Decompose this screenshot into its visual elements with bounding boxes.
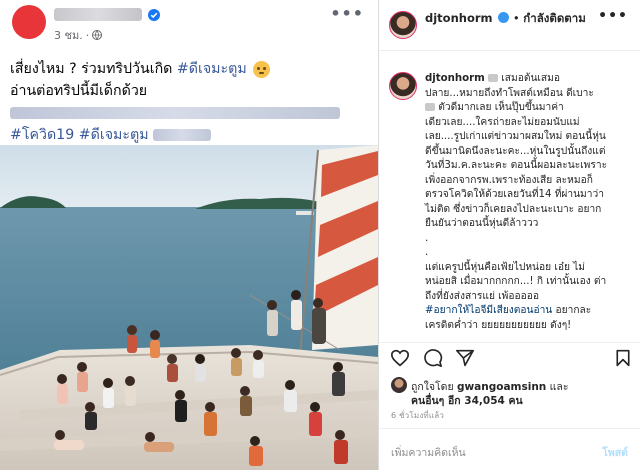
more-options-icon[interactable]: ••• [598,8,628,24]
boat-group-photo[interactable] [0,145,378,470]
bookmark-icon[interactable] [615,349,631,371]
liker-avatar[interactable] [391,377,407,393]
caption-line: ไม่ติด ซึ่งข่าวก็เคยลงไปละนะเบาะ อยาก [425,203,602,215]
others-label[interactable]: คนอื่นๆ อีก 34,054 คน [411,395,523,407]
timestamp-text: 3 ชม. [54,29,83,42]
more-options-icon[interactable]: ••• [330,4,364,23]
caption-dot: . [425,247,429,258]
instagram-post: djtonhorm • กำลังติดตาม ••• djtonhorm เส… [379,0,640,470]
post-text-line-1: เสี่ยงไหม ? ร่วมทริปวันเกิด [10,61,177,77]
heart-icon[interactable] [390,349,410,371]
caption-line: เลย....รูปเก่าแต่ข่าวมาผสมใหม่ ตอนนี้หุ่… [425,131,606,142]
following-button[interactable]: กำลังติดตาม [523,11,586,25]
post-caption: djtonhorm เสมอต้นเสมอ ปลาย...หมายถึงทำโพ… [425,72,637,333]
comment-divider [379,428,640,429]
facebook-post: 3 ชม. · ••• เสี่ยงไหม ? ร่วมทริปวันเกิด … [0,0,378,470]
blurred-word [425,103,435,111]
post-header: djtonhorm • กำลังติดตาม [425,11,586,25]
caption-line: เครดิตค่ำว่า ยยยยยยยยยยย ดังๆ! [425,319,572,331]
caption-line: ปลาย...หมายถึงทำโพสต์เหมือน ดีเบาะ [425,87,594,99]
blurred-link[interactable] [10,107,340,119]
username-link[interactable]: djtonhorm [425,11,493,25]
caption-line: หน่อยสิ เมื่อมากกกกก...! กิ เท่านั้นเอง … [425,276,607,287]
caption-line: อยากละ [552,305,592,316]
hashtag-link[interactable]: #โควิด19 [10,127,74,143]
post-timestamp[interactable]: 3 ชม. · [54,26,103,44]
post-comment-button[interactable]: โพสต์ [602,444,628,461]
caption-hashtag[interactable]: #อยากให้ไอจีมีเสียงตอนอ่าน [425,305,552,316]
page-avatar[interactable] [12,5,46,39]
caption-avatar[interactable] [389,72,417,100]
globe-icon [92,30,103,40]
likes-count[interactable]: คนอื่นๆ อีก 34,054 คน [411,392,523,409]
header-divider [379,50,640,51]
caption-line: ถึงที่ยังส่งสารแย่ เพ้อออออ [425,290,539,302]
page-name-blurred[interactable] [54,8,142,21]
verified-badge-icon [148,9,160,21]
verified-badge-icon [498,12,510,23]
comment-input[interactable]: เพิ่มความคิดเห็น [391,444,466,461]
post-text: เสี่ยงไหม ? ร่วมทริปวันเกิด #ดีเจมะตูม อ… [10,58,368,146]
post-time-ago[interactable]: 6 ชั่วโมงที่แล้ว [391,409,444,422]
caption-line: ยืนยันว่าตอนนี้หุ่นดีล้าววว [425,218,539,229]
caption-line: เพิ่งออกจากรพ.เพราะท้องเสีย ละหมอก็ [425,174,593,186]
liked-by-and: และ [546,381,569,393]
hashtag-link[interactable]: #ดีเจมะตูม [177,61,247,77]
caption-line: ตรวจโควิดให้ด้วยเลยวันที่14 ที่ผ่านมาว่า [425,189,604,200]
blurred-hashtag[interactable] [153,129,212,141]
caption-username[interactable]: djtonhorm [425,73,485,84]
caption-line: วันที่3ม.ค.ละนะคะ ตอนนี้ผอมละนะเพราะ [425,160,608,171]
caption-line: ดีขึ้นมานิดนึงละนะคะ...หุ่นในรูปนั้นถึงแ… [425,145,606,157]
post-text-line-2: อ่านต่อทริปนี้มีเด็กด้วย [10,83,148,99]
caption-line: แต่แครูปนี้หุ่นคือเฟ้ยไปหน่อย เอ๋ย ไม่ [425,261,585,273]
caption-dot: . [425,232,429,244]
actions-divider [379,342,640,343]
header-separator: • [512,11,520,25]
caption-line: ตัวดีมากเลย เห็นปุ๊บขึ้นมาค่า [438,102,564,113]
caption-line: เดียวเลย....ใครถ่ายละไม่ยอมนับแม่ [425,116,580,128]
user-avatar[interactable] [389,11,417,39]
caption-line: เสมอต้นเสมอ [501,73,560,84]
comment-icon[interactable] [423,349,443,371]
blurred-word [488,74,499,82]
timestamp-separator: · [85,28,90,42]
thinking-emoji-icon [253,60,271,78]
share-icon[interactable] [455,349,475,371]
hashtag-link[interactable]: #ดีเจมะตูม [79,127,149,143]
